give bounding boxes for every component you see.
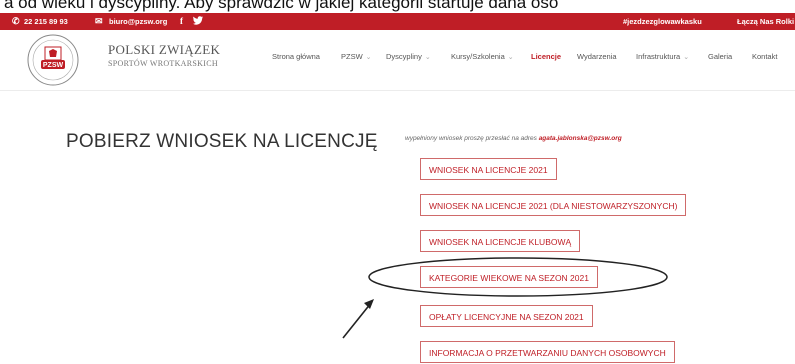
site-logo[interactable]: PZSW — [26, 33, 80, 87]
nav-label: Galeria — [708, 52, 733, 61]
logo-lettering: PZSW — [43, 62, 64, 69]
nav-item-pzsw[interactable]: PZSW ⌄ — [341, 52, 372, 61]
nav-label: Licencje — [531, 52, 562, 61]
email-link[interactable]: biuro@pzsw.org — [109, 17, 167, 26]
nav-item-strona-glowna[interactable]: Strona główna — [272, 52, 320, 61]
nav-item-licencje[interactable]: Licencje — [531, 52, 561, 61]
nav-label: Infrastruktura — [636, 52, 681, 61]
button-oplaty-licencyjne[interactable]: OPŁATY LICENCYJNE NA SEZON 2021 — [420, 305, 593, 327]
button-wniosek-klubowa[interactable]: WNIOSEK NA LICENCJE KLUBOWĄ — [420, 230, 581, 252]
nav-label: Wydarzenia — [577, 52, 617, 61]
button-wniosek-na-licencje-2021[interactable]: WNIOSEK NA LICENCJE 2021 — [420, 158, 557, 180]
chevron-down-icon: ⌄ — [365, 54, 372, 61]
annotation-arrow — [342, 299, 374, 339]
caption-text-strip: a od wieku i dyscypliny. Aby sprawdzić w… — [0, 0, 795, 14]
nav-item-kontakt[interactable]: Kontakt — [752, 52, 777, 61]
top-bar: ✆ 22 215 89 93 ✉ biuro@pzsw.org f #jezdz… — [0, 13, 795, 30]
nav-label: PZSW — [341, 52, 363, 61]
caption-text: a od wieku i dyscypliny. Aby sprawdzić w… — [4, 0, 559, 12]
phone-icon: ✆ — [12, 16, 20, 26]
phone-number[interactable]: 22 215 89 93 — [24, 17, 68, 26]
twitter-icon[interactable] — [193, 16, 203, 27]
page-title: POBIERZ WNIOSEK NA LICENCJĘ — [66, 131, 378, 152]
submission-note: wypełniony wniosek proszę przesłać na ad… — [405, 135, 622, 142]
nav-item-wydarzenia[interactable]: Wydarzenia — [577, 52, 617, 61]
nav-label: Dyscypliny — [386, 52, 422, 61]
nav-item-kursy-szkolenia[interactable]: Kursy/Szkolenia ⌄ — [451, 52, 514, 61]
button-wniosek-niestowarzyszonych[interactable]: WNIOSEK NA LICENCJE 2021 (DLA NIESTOWARZ… — [420, 194, 687, 216]
nav-label: Strona główna — [272, 52, 320, 61]
nav-label: Kursy/Szkolenia — [451, 52, 505, 61]
button-kategorie-wiekowe[interactable]: KATEGORIE WIEKOWE NA SEZON 2021 — [420, 266, 598, 288]
facebook-icon[interactable]: f — [180, 16, 183, 26]
site-header: PZSW POLSKI ZWIĄZEK SPORTÓW WROTKARSKICH… — [0, 30, 795, 91]
brand-name-line1[interactable]: POLSKI ZWIĄZEK — [108, 42, 220, 58]
chevron-down-icon: ⌄ — [683, 54, 690, 61]
nav-item-dyscypliny[interactable]: Dyscypliny ⌄ — [386, 52, 431, 61]
chevron-down-icon: ⌄ — [424, 54, 431, 61]
note-text: wypełniony wniosek proszę przesłać na ad… — [405, 135, 537, 142]
top-link-laczy-nas-rolki[interactable]: Łączą Nas Rolki — [737, 17, 794, 26]
brand-name-line2[interactable]: SPORTÓW WROTKARSKICH — [108, 59, 218, 68]
nav-item-galeria[interactable]: Galeria — [708, 52, 732, 61]
note-email-link[interactable]: agata.jablonska@pzsw.org — [539, 135, 622, 142]
hashtag-link[interactable]: #jezdzezglowawkasku — [623, 17, 702, 26]
nav-item-infrastruktura[interactable]: Infrastruktura ⌄ — [636, 52, 689, 61]
chevron-down-icon: ⌄ — [507, 54, 514, 61]
nav-label: Kontakt — [752, 52, 778, 61]
mail-icon: ✉ — [95, 16, 103, 26]
